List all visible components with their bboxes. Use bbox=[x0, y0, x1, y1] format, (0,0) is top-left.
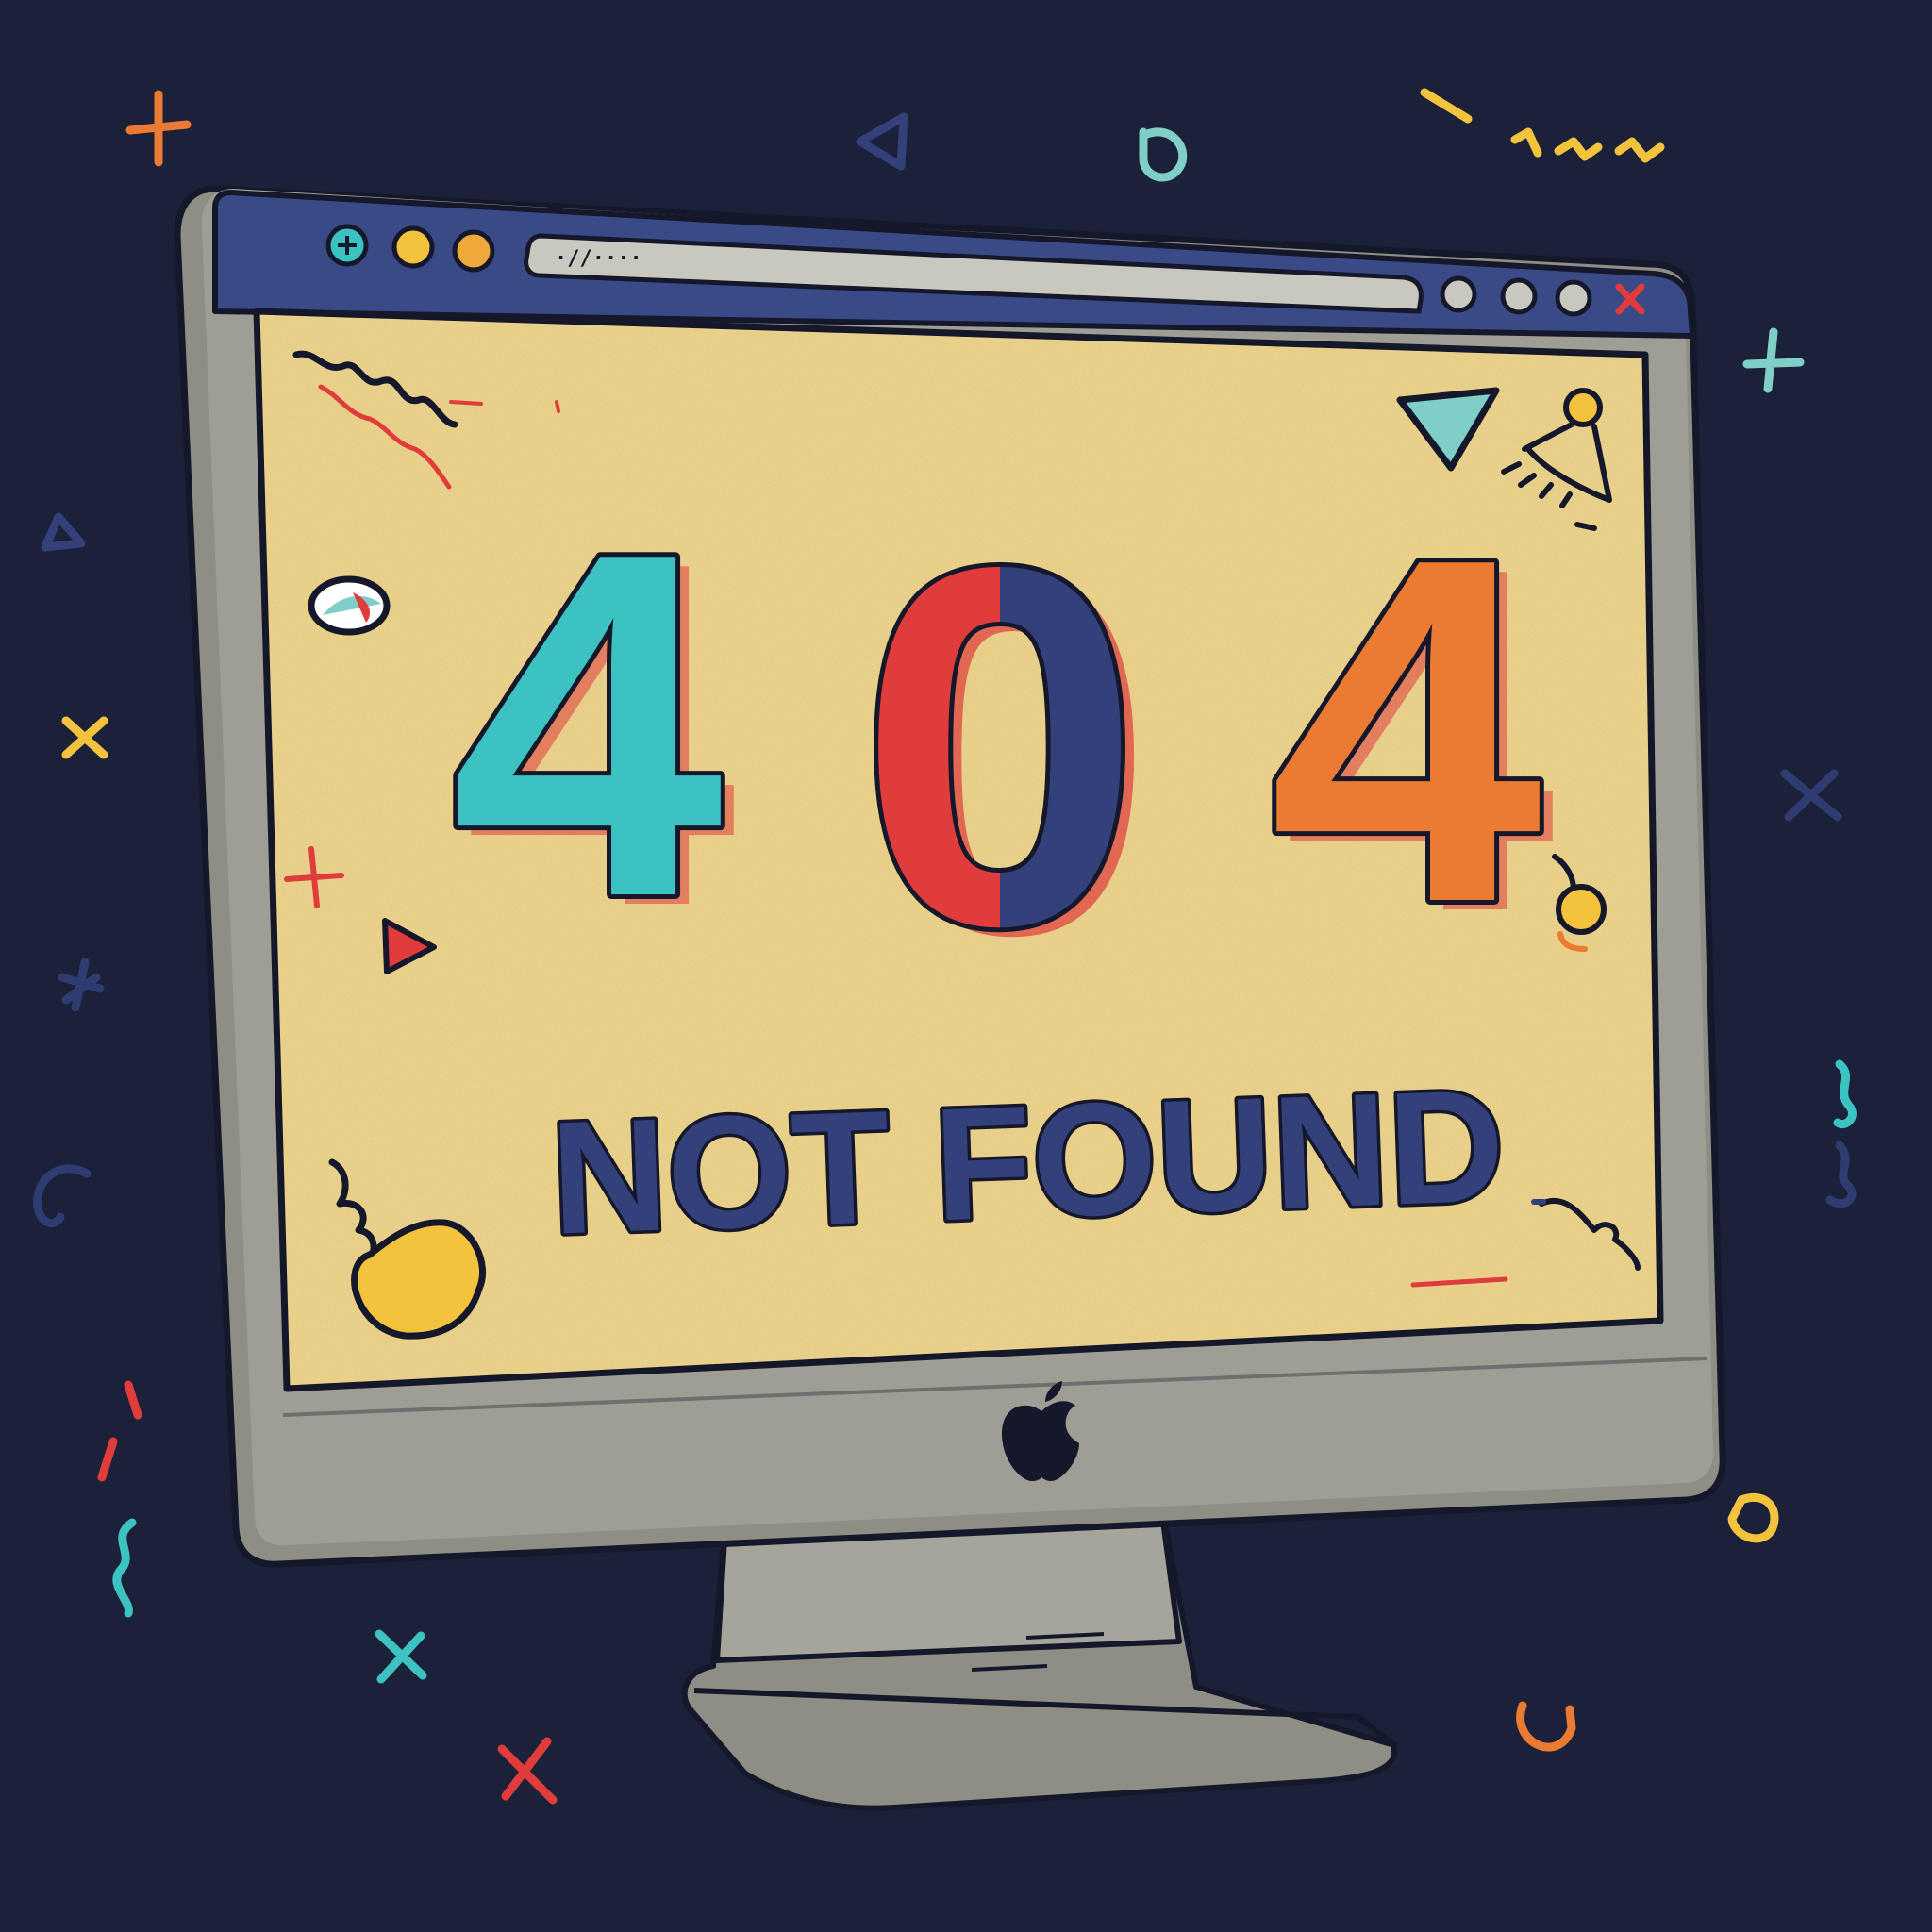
dash-doodle-icon bbox=[449, 400, 483, 406]
circle-icon[interactable] bbox=[1500, 277, 1538, 315]
minimize-icon[interactable] bbox=[391, 225, 435, 269]
bell-doodle-icon bbox=[1563, 388, 1603, 427]
toolbar-left-buttons[interactable] bbox=[325, 224, 495, 273]
error-code-digit-2: 0 0 0 bbox=[854, 472, 1155, 1041]
dash-doodle-icon bbox=[555, 400, 560, 413]
illustration: ·//···· 4 4 0 0 0 4 4 NOT FOUND bbox=[0, 0, 1932, 1932]
address-bar-text: ·//···· bbox=[555, 247, 642, 271]
maximize-icon[interactable] bbox=[452, 229, 495, 273]
circle-icon[interactable] bbox=[1440, 275, 1477, 313]
not-found-text: NOT FOUND bbox=[548, 1056, 1507, 1268]
error-code-digit-3: 4 4 bbox=[1264, 452, 1558, 1014]
bomb-doodle-icon bbox=[1556, 884, 1607, 935]
circle-icon[interactable] bbox=[1555, 279, 1592, 317]
error-message: NOT FOUND bbox=[545, 1053, 1510, 1272]
error-code-digit-1: 4 4 bbox=[445, 446, 740, 1008]
error-404-scene: ·//···· 4 4 0 0 0 4 4 NOT FOUND bbox=[0, 0, 1932, 1932]
digit-face: 4 bbox=[1269, 457, 1545, 1005]
digit-face: 4 bbox=[450, 451, 726, 999]
error-code: 4 4 0 0 0 4 4 bbox=[445, 446, 1558, 1041]
